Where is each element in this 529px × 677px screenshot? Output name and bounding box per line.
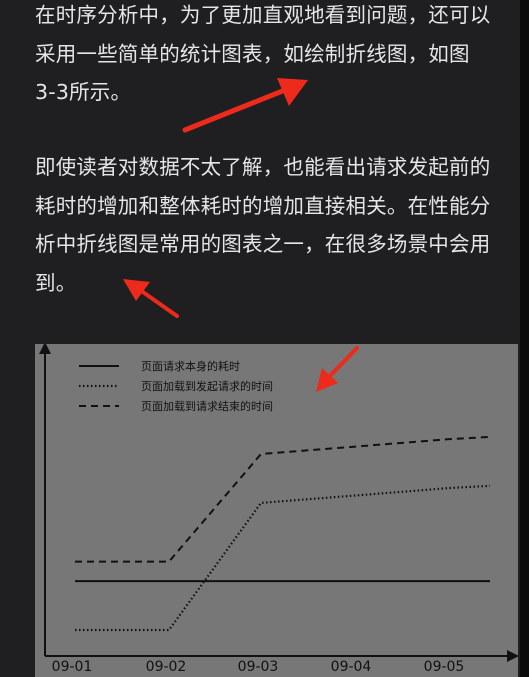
text-line: 即使读者对数据不太了解，也能看出请求发起前的	[35, 155, 491, 179]
text-line: 耗时的增加和整体耗时的增加直接相关。在性能分	[35, 193, 491, 218]
scrollbar[interactable]	[520, 0, 529, 677]
series-layer	[75, 435, 491, 632]
legend-label: 页面请求本身的耗时	[141, 359, 240, 373]
paragraph-explanation: 即使读者对数据不太了解，也能看出请求发起前的 耗时的增加和整体耗时的增加直接相关…	[35, 148, 520, 302]
line-chart: 页面请求本身的耗时页面加载到发起请求的时间页面加载到请求结束的时间 09-01 0…	[39, 344, 518, 675]
text-line: 析中折线图是常用的图表之一，在很多场景中会用	[35, 232, 491, 256]
x-tick-label: 09-02	[146, 659, 187, 675]
line-chart-figure: 页面请求本身的耗时 页面加载到发起请求的时间 页面加载到请求结束的时间 09-01 0…	[35, 344, 518, 677]
x-tick-label: 09-05	[424, 659, 465, 675]
paragraph-intro: 在时序分析中，为了更加直观地看到问题，还可以 采用一些简单的统计图表，如绘制折线…	[35, 0, 520, 112]
chart-legend: 页面请求本身的耗时页面加载到发起请求的时间页面加载到请求结束的时间	[79, 359, 273, 413]
series-line-dotted	[75, 484, 491, 632]
x-tick-label: 09-03	[238, 659, 279, 675]
series-line-dashed	[75, 435, 491, 563]
x-tick-label: 09-01	[52, 659, 93, 675]
text-line: 3-3所示。	[35, 80, 132, 104]
text-line: 采用一些简单的统计图表，如绘制折线图，如图	[35, 41, 470, 66]
x-tick-labels: 09-01 09-02 09-03 09-04 09-05	[52, 659, 465, 675]
text-line: 在时序分析中，为了更加直观地看到问题，还可以	[35, 3, 491, 27]
legend-label: 页面加载到请求结束的时间	[141, 399, 273, 413]
legend-label: 页面加载到发起请求的时间	[141, 379, 273, 393]
text-line: 到。	[35, 270, 77, 295]
x-tick-label: 09-04	[331, 659, 372, 675]
